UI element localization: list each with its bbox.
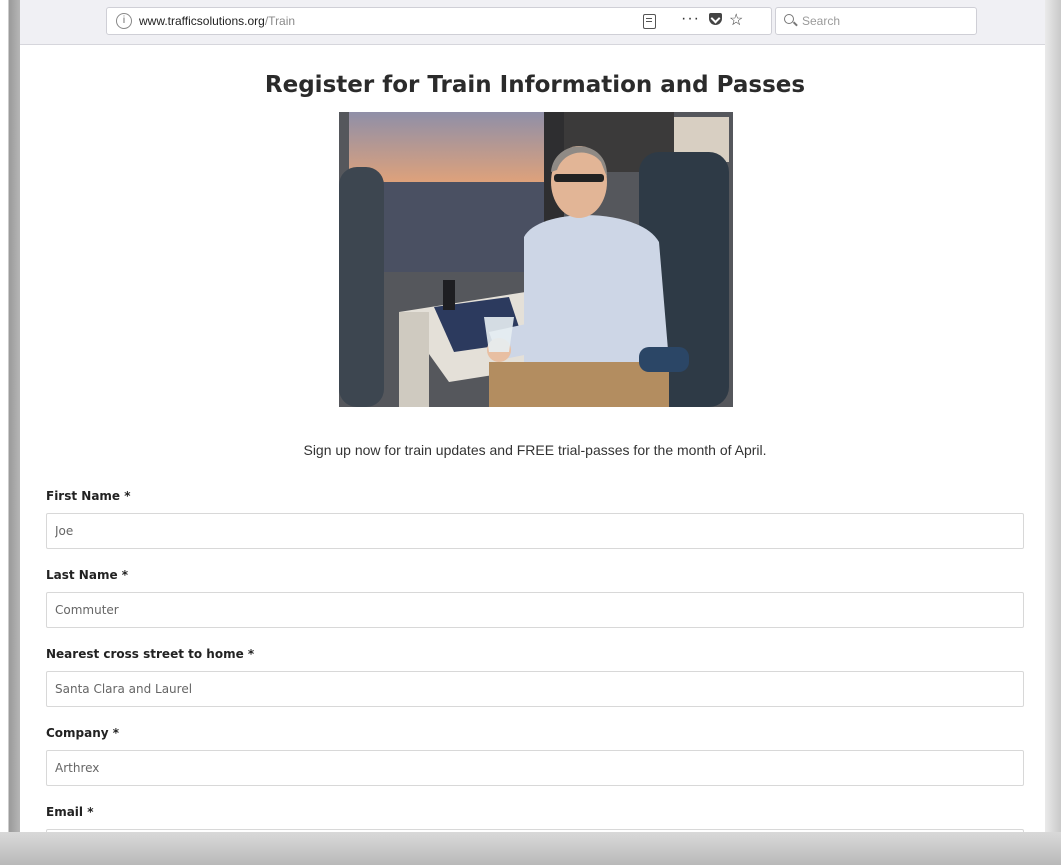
first-name-field: First Name * bbox=[46, 488, 1024, 567]
last-name-field: Last Name * bbox=[46, 567, 1024, 646]
first-name-input[interactable] bbox=[46, 513, 1024, 549]
url-path: /Train bbox=[264, 14, 296, 28]
last-name-input[interactable] bbox=[46, 592, 1024, 628]
pocket-icon[interactable] bbox=[709, 13, 722, 25]
screenshot-frame-left bbox=[0, 0, 20, 865]
email-label: Email * bbox=[46, 805, 94, 819]
cross-street-input[interactable] bbox=[46, 671, 1024, 707]
more-icon[interactable]: ··· bbox=[681, 10, 700, 28]
first-name-label: First Name * bbox=[46, 489, 131, 503]
search-input[interactable] bbox=[802, 12, 967, 30]
star-icon[interactable]: ☆ bbox=[729, 10, 743, 30]
company-field: Company * bbox=[46, 725, 1024, 804]
email-field: Email * bbox=[46, 804, 1024, 832]
screenshot-frame-right bbox=[1045, 0, 1061, 865]
cross-street-label: Nearest cross street to home * bbox=[46, 647, 255, 661]
url-text[interactable]: www.trafficsolutions.org/Train bbox=[139, 14, 295, 28]
search-box[interactable] bbox=[775, 7, 977, 35]
commuter-photo-illustration bbox=[339, 112, 733, 407]
company-label: Company * bbox=[46, 726, 120, 740]
intro-text: Sign up now for train updates and FREE t… bbox=[303, 442, 767, 458]
url-domain: www.trafficsolutions.org bbox=[139, 14, 265, 28]
registration-form: First Name * Last Name * Nearest cross s… bbox=[46, 488, 1024, 832]
search-icon bbox=[784, 14, 794, 24]
screenshot-frame-bottom bbox=[0, 832, 1061, 865]
reader-view-icon[interactable] bbox=[643, 14, 656, 29]
commuter-photo bbox=[339, 112, 733, 407]
info-icon[interactable]: i bbox=[116, 13, 132, 29]
page-title: Register for Train Information and Passe… bbox=[264, 72, 806, 98]
browser-toolbar: i www.trafficsolutions.org/Train ··· ☆ bbox=[20, 0, 1045, 45]
company-input[interactable] bbox=[46, 750, 1024, 786]
cross-street-field: Nearest cross street to home * bbox=[46, 646, 1024, 725]
page-content: Register for Train Information and Passe… bbox=[28, 48, 1042, 832]
url-bar[interactable]: i www.trafficsolutions.org/Train ··· ☆ bbox=[106, 7, 772, 35]
last-name-label: Last Name * bbox=[46, 568, 129, 582]
